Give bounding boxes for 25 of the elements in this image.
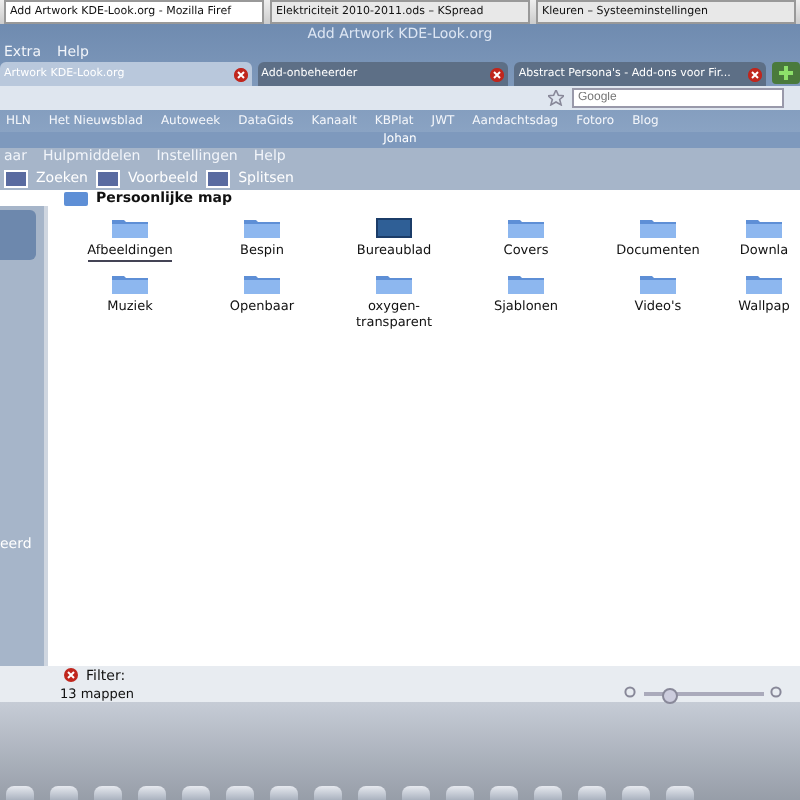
- home-icon[interactable]: [64, 191, 88, 205]
- folder-icon: [746, 218, 782, 238]
- folder-icon: [244, 274, 280, 294]
- folder-icon: [640, 274, 676, 294]
- folder-icon: [376, 274, 412, 294]
- folder-icon: [112, 218, 148, 238]
- close-icon[interactable]: [233, 67, 248, 81]
- close-icon[interactable]: [748, 67, 763, 81]
- folder-icon: [244, 218, 280, 238]
- new-tab-icon[interactable]: [772, 62, 800, 84]
- folder-icon: [640, 218, 676, 238]
- toolbar-icon[interactable]: [206, 169, 231, 187]
- toolbar-icon[interactable]: [95, 169, 120, 187]
- star-icon[interactable]: [548, 90, 564, 106]
- toolbar-icon[interactable]: [4, 169, 28, 187]
- zoom-out-icon[interactable]: [624, 686, 638, 700]
- folder-icon: [508, 274, 544, 294]
- close-icon[interactable]: [64, 668, 78, 682]
- folder-icon: [508, 218, 544, 238]
- folder-icon: [746, 274, 782, 294]
- zoom-in-icon[interactable]: [770, 686, 784, 700]
- folder-icon: [112, 274, 148, 294]
- monitor-icon: [376, 218, 412, 238]
- close-icon[interactable]: [490, 67, 505, 81]
- slider-thumb[interactable]: [662, 687, 678, 703]
